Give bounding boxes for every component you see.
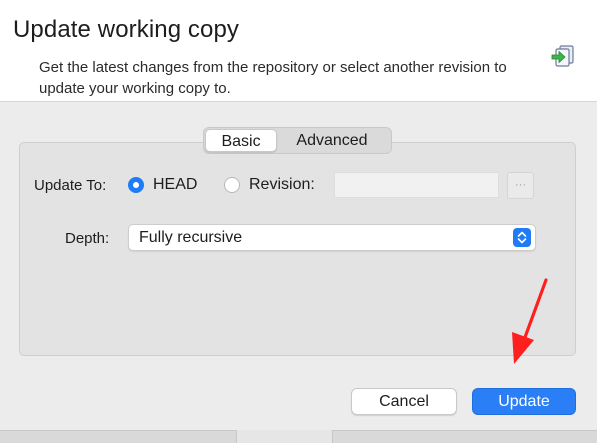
dialog-title: Update working copy [13, 16, 240, 43]
revision-radio-label: Revision: [249, 176, 315, 193]
dialog-header: Update working copy Get the latest chang… [0, 0, 597, 102]
annotation-arrow-icon [512, 278, 548, 364]
update-dialog: Update working copy Get the latest chang… [0, 0, 597, 443]
depth-select-value: Fully recursive [139, 229, 243, 246]
update-button[interactable]: Update [472, 388, 576, 415]
head-radio-label: HEAD [153, 176, 198, 193]
window-bottom-tab [236, 430, 333, 443]
revision-radio[interactable] [224, 177, 240, 193]
tab-bar: Basic Advanced [203, 127, 392, 154]
dialog-subtitle: Get the latest changes from the reposito… [39, 59, 507, 97]
browse-revision-button[interactable]: ··· [507, 172, 534, 199]
revision-radio-option[interactable]: Revision: [224, 176, 315, 194]
update-to-label: Update To: [34, 177, 107, 194]
tab-basic[interactable]: Basic [205, 129, 277, 152]
tab-advanced[interactable]: Advanced [277, 129, 387, 152]
revision-input[interactable] [334, 172, 499, 198]
head-radio[interactable] [128, 177, 144, 193]
update-icon [551, 45, 574, 67]
head-radio-option[interactable]: HEAD [128, 176, 197, 194]
depth-label: Depth: [65, 230, 110, 247]
depth-select[interactable]: Fully recursive [128, 224, 536, 251]
cancel-button[interactable]: Cancel [351, 388, 457, 415]
chevron-up-down-icon [513, 228, 531, 247]
